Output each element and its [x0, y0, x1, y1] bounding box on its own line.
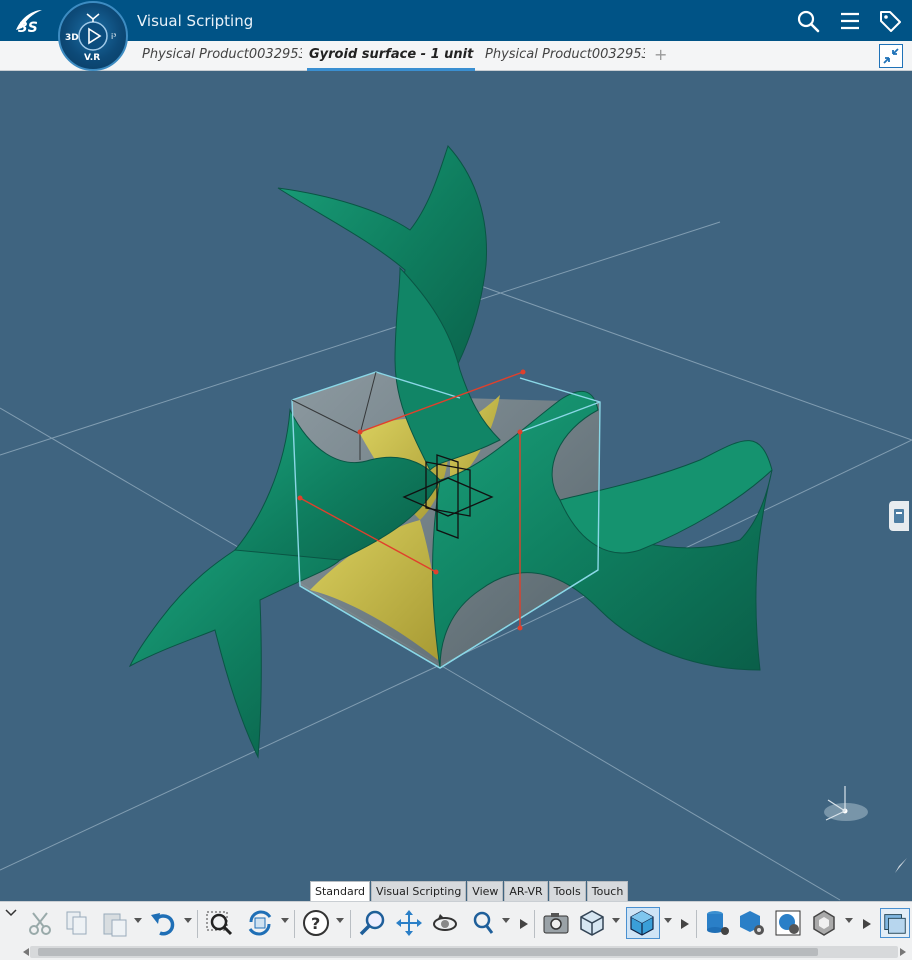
expand-right-icon-2[interactable] — [680, 918, 690, 930]
shaded-cube-icon — [630, 910, 654, 936]
fit-all-icon — [206, 911, 233, 936]
gyroid-surface-model[interactable] — [0, 71, 912, 901]
scroll-left-icon[interactable] — [22, 947, 30, 957]
app-title: Visual Scripting — [137, 12, 254, 30]
svg-text:?: ? — [311, 914, 320, 933]
scissors-icon — [29, 912, 51, 935]
cut-button[interactable] — [25, 908, 55, 938]
shading-button[interactable] — [626, 907, 660, 939]
undo-icon — [151, 913, 175, 936]
database-settings-button[interactable] — [702, 908, 732, 938]
rotate-button[interactable] — [430, 908, 460, 938]
rotate-icon — [433, 914, 457, 931]
panel-icon — [894, 509, 904, 523]
undo-button[interactable] — [148, 908, 178, 938]
refresh-icon — [248, 910, 272, 936]
scroll-right-icon[interactable] — [899, 947, 907, 957]
paste-icon — [103, 913, 127, 937]
toolbar-tab-visual-scripting[interactable]: Visual Scripting — [371, 881, 467, 901]
fit-all-button[interactable] — [204, 908, 234, 938]
help-button[interactable]: ? — [301, 908, 331, 938]
compass-vr-label: V.R — [84, 53, 100, 63]
pan-button[interactable] — [394, 908, 424, 938]
tab-physical-product-1[interactable]: Physical Product00329535 — [142, 47, 302, 62]
collapse-button[interactable] — [879, 44, 903, 68]
material-gear-icon — [775, 910, 801, 936]
3d-viewport[interactable] — [0, 71, 912, 901]
database-gear-icon — [707, 911, 729, 935]
toolbar-tab-standard[interactable]: Standard — [310, 881, 371, 901]
copy-button[interactable] — [62, 908, 92, 938]
compass-play-icon[interactable]: 3D V.R i³ — [60, 3, 126, 69]
chevron-down-icon[interactable] — [4, 908, 18, 918]
collapse-icon — [883, 48, 899, 64]
zoom-button[interactable] — [358, 908, 388, 938]
action-toolbar: ? — [0, 901, 912, 960]
zoom-area-button[interactable] — [468, 908, 498, 938]
compass-3d-label: 3D — [65, 33, 79, 43]
copy-icon — [66, 911, 87, 935]
side-panel-tab[interactable] — [889, 501, 909, 531]
tag-icon[interactable] — [878, 9, 902, 33]
toolbar-tab-view[interactable]: View — [467, 881, 504, 901]
camera-icon — [543, 913, 569, 934]
view-mode-button[interactable] — [577, 908, 607, 938]
expand-right-icon-3[interactable] — [862, 918, 872, 930]
hexagon-icon — [813, 910, 835, 936]
globe-gear-icon — [740, 911, 764, 935]
view-layout-button[interactable] — [880, 908, 910, 938]
layout-cube-icon — [884, 914, 906, 934]
svg-text:3S: 3S — [18, 20, 38, 36]
zoom-icon — [359, 910, 385, 936]
tab-physical-product-2[interactable]: Physical Product00329536 — [485, 47, 645, 62]
hexagon-tool-button[interactable] — [809, 908, 839, 938]
material-settings-button[interactable] — [773, 908, 803, 938]
add-tab-button[interactable]: + — [654, 45, 667, 64]
wireframe-cube-icon — [580, 910, 604, 936]
help-icon: ? — [303, 910, 329, 936]
paste-button[interactable] — [100, 908, 130, 938]
document-tab-bar: Physical Product00329535 Gyroid surface … — [0, 41, 912, 71]
refresh-button[interactable] — [245, 908, 275, 938]
3d-compass[interactable]: 3D V.R i³ — [58, 1, 128, 71]
pan-icon — [396, 910, 422, 936]
toolbar-tab-touch[interactable]: Touch — [586, 881, 629, 901]
scrollbar-thumb[interactable] — [38, 948, 818, 956]
3ds-logo-icon[interactable]: 3S — [12, 6, 46, 36]
top-bar: 3S Visual Scripting — [0, 0, 912, 41]
toolbar-section-tabs: Standard Visual Scripting View AR-VR Too… — [310, 881, 629, 901]
globe-settings-button[interactable] — [737, 908, 767, 938]
orientation-compass-icon[interactable] — [816, 780, 872, 826]
magnifier-icon — [473, 911, 494, 934]
hamburger-menu-icon[interactable] — [838, 9, 862, 33]
capture-button[interactable] — [541, 908, 571, 938]
toolbar-tab-tools[interactable]: Tools — [548, 881, 586, 901]
pointer-arrow-icon — [895, 858, 907, 873]
toolbar-scrollbar[interactable] — [30, 946, 898, 958]
tab-gyroid-surface[interactable]: Gyroid surface - 1 unit - De — [309, 47, 477, 62]
toolbar-tab-ar-vr[interactable]: AR-VR — [504, 881, 548, 901]
compass-i-label: i³ — [111, 32, 116, 41]
expand-right-icon[interactable] — [519, 918, 529, 930]
search-icon[interactable] — [796, 9, 820, 33]
